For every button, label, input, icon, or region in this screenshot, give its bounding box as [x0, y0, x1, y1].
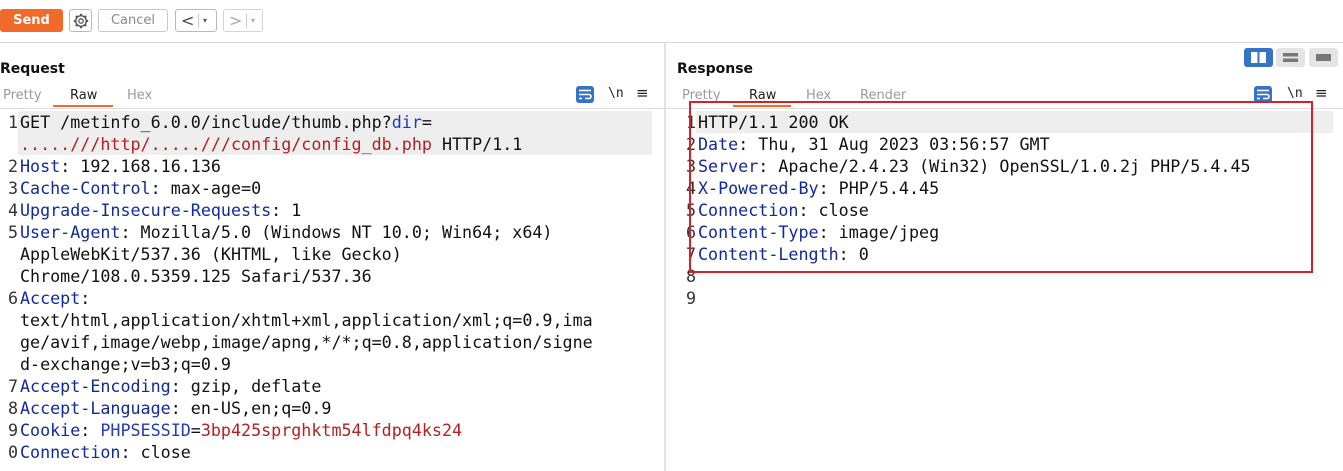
header-name: Connection: [20, 442, 121, 462]
line-number: 9: [685, 288, 696, 308]
header-value: Chrome/108.0.5359.125 Safari/537.36: [20, 266, 372, 286]
header-value: HTTP/1.1: [431, 134, 523, 154]
layout-toggle: [1244, 48, 1340, 67]
tab-raw[interactable]: Raw: [70, 88, 97, 103]
forward-button[interactable]: > ▾: [223, 9, 263, 32]
header-name: Host: [20, 156, 61, 176]
token: 3bp425sprghktm54lfdpq4ks24: [200, 420, 463, 440]
cancel-button[interactable]: Cancel: [98, 9, 168, 32]
code-line: GET /metinfo_6.0.0/include/thumb.php?dir…: [20, 111, 432, 133]
tab-hex[interactable]: Hex: [127, 88, 152, 103]
header-value: ge/avif,image/webp,image/apng,*/*;q=0.8,…: [20, 332, 593, 352]
menu-icon[interactable]: ≡: [1315, 84, 1328, 102]
code-line: Host: 192.168.16.136: [20, 155, 221, 177]
code-line: Cache-Control: max-age=0: [20, 177, 261, 199]
header-name: Cookie: [20, 420, 81, 440]
response-title: Response: [677, 61, 754, 77]
header-value: : Mozilla/5.0 (Windows NT 10.0; Win64; x…: [120, 222, 553, 242]
header-name: Accept: [20, 288, 81, 308]
header-value: : close: [120, 442, 191, 462]
header-value: =: [421, 112, 432, 132]
code-line: User-Agent: Mozilla/5.0 (Windows NT 10.0…: [20, 221, 552, 243]
newline-toggle[interactable]: \n: [608, 86, 624, 101]
layout-tabs-button[interactable]: [1309, 48, 1338, 67]
header-name: Accept-Encoding: [20, 376, 171, 396]
code-line: Accept-Encoding: gzip, deflate: [20, 375, 321, 397]
line-number: 3: [7, 178, 18, 198]
line-number: 9: [7, 420, 18, 440]
line-number: 7: [7, 376, 18, 396]
settings-button[interactable]: [69, 9, 92, 32]
header-value: :: [80, 288, 91, 308]
token: dir: [391, 112, 422, 132]
line-number: 1: [7, 112, 18, 132]
send-button[interactable]: Send: [0, 9, 63, 32]
header-value: : max-age=0: [150, 178, 262, 198]
header-value: :: [80, 420, 101, 440]
header-value: d-exchange;v=b3;q=0.9: [20, 354, 231, 374]
token: .....///http/.....///config/config_db.ph…: [20, 134, 432, 154]
toolbar: Send Cancel < ▾ > ▾: [0, 0, 1343, 42]
header-name: User-Agent: [20, 222, 121, 242]
back-arrow-icon: <: [181, 11, 195, 30]
divider: [246, 14, 247, 28]
header-value: : 1: [271, 200, 302, 220]
header-value: =: [190, 420, 201, 440]
word-wrap-icon[interactable]: [576, 86, 594, 103]
divider: [198, 14, 199, 28]
code-line: Accept:: [20, 287, 90, 309]
header-value: : en-US,en;q=0.9: [170, 398, 332, 418]
header-name: Upgrade-Insecure-Requests: [20, 200, 272, 220]
token: PHPSESSID: [100, 420, 191, 440]
gear-icon: [73, 13, 89, 29]
code-line: AppleWebKit/537.36 (KHTML, like Gecko): [20, 243, 402, 265]
chevron-down-icon[interactable]: ▾: [203, 10, 207, 32]
forward-arrow-icon: >: [229, 11, 243, 30]
header-value: : 192.168.16.136: [60, 156, 221, 176]
code-line: .....///http/.....///config/config_db.ph…: [20, 133, 522, 155]
code-line: Connection: close: [20, 441, 191, 463]
line-number: 2: [7, 156, 18, 176]
line-number: 8: [7, 398, 18, 418]
request-editor[interactable]: 1 GET /metinfo_6.0.0/include/thumb.php?di…: [0, 111, 664, 471]
header-value: text/html,application/xhtml+xml,applicat…: [20, 310, 593, 330]
line-number: 0: [7, 442, 18, 462]
line-number: 6: [7, 288, 18, 308]
tabs-divider: [0, 108, 664, 109]
header-value: AppleWebKit/537.36 (KHTML, like Gecko): [20, 244, 402, 264]
line-number: 5: [7, 222, 18, 242]
line-number: 4: [7, 200, 18, 220]
code-line: Upgrade-Insecure-Requests: 1: [20, 199, 301, 221]
back-button[interactable]: < ▾: [175, 9, 217, 32]
menu-icon[interactable]: ≡: [636, 84, 649, 102]
header-name: Cache-Control: [20, 178, 151, 198]
layout-side-by-side-button[interactable]: [1244, 48, 1273, 67]
header-name: Accept-Language: [20, 398, 171, 418]
annotation-highlight-box: [689, 101, 1313, 273]
code-line: Chrome/108.0.5359.125 Safari/537.36: [20, 265, 372, 287]
code-line: Cookie: PHPSESSID=3bp425sprghktm54lfdpq4…: [20, 419, 462, 441]
code-line: ge/avif,image/webp,image/apng,*/*;q=0.8,…: [20, 331, 593, 353]
code-line: Accept-Language: en-US,en;q=0.9: [20, 397, 331, 419]
header-value: GET /metinfo_6.0.0/include/thumb.php?: [20, 112, 392, 132]
code-line: d-exchange;v=b3;q=0.9: [20, 353, 231, 375]
tab-pretty[interactable]: Pretty: [3, 88, 42, 103]
header-value: : gzip, deflate: [170, 376, 322, 396]
chevron-down-icon[interactable]: ▾: [251, 10, 255, 32]
layout-stacked-button[interactable]: [1276, 48, 1305, 67]
newline-toggle[interactable]: \n: [1287, 86, 1303, 101]
code-line: text/html,application/xhtml+xml,applicat…: [20, 309, 593, 331]
active-tab-indicator: [53, 105, 113, 107]
request-title: Request: [0, 61, 65, 77]
request-pane: Request Pretty Raw Hex \n ≡ 1 GET /metinf…: [0, 43, 664, 471]
request-tabs: Pretty Raw Hex: [0, 88, 664, 108]
